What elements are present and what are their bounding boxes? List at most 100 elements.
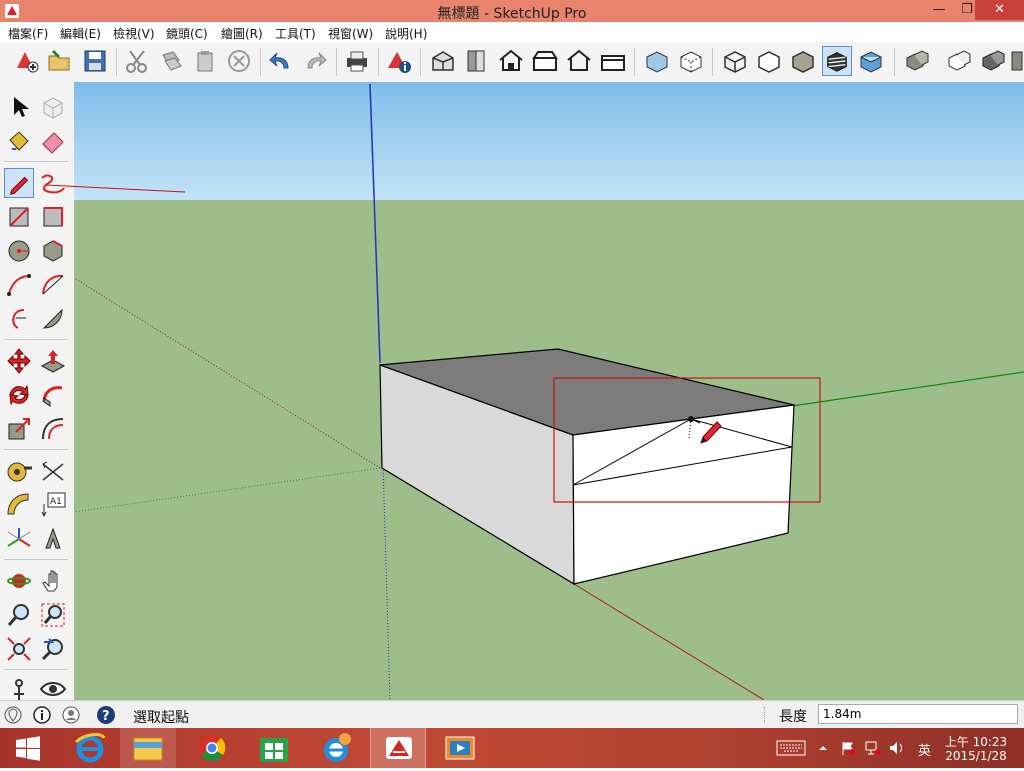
new-file-icon[interactable] bbox=[12, 46, 42, 76]
windows-store-icon[interactable] bbox=[246, 728, 302, 768]
back-view-icon[interactable] bbox=[564, 46, 594, 76]
rotate-tool-icon[interactable] bbox=[4, 380, 34, 410]
two-point-arc-tool-icon[interactable] bbox=[38, 270, 68, 300]
ie-metro-icon[interactable] bbox=[308, 728, 364, 768]
clock-date[interactable]: 2015/1/28 bbox=[944, 749, 1008, 763]
endpoint-marker bbox=[688, 416, 694, 422]
shaded-style-icon[interactable] bbox=[788, 46, 818, 76]
outliner-icon[interactable] bbox=[978, 46, 1008, 76]
keyboard-icon[interactable] bbox=[776, 740, 806, 756]
scale-tool-icon[interactable] bbox=[4, 414, 34, 444]
circle-tool-icon[interactable] bbox=[4, 236, 34, 266]
front-view-icon[interactable] bbox=[496, 46, 526, 76]
undo-icon[interactable] bbox=[266, 46, 296, 76]
title-bar: 無標題 - SketchUp Pro — ❐ ✕ bbox=[0, 0, 1024, 22]
zoom-tool-icon[interactable] bbox=[4, 600, 34, 630]
action-center-flag-icon[interactable] bbox=[840, 740, 856, 756]
help-icon[interactable]: ? bbox=[96, 705, 116, 725]
sky bbox=[74, 82, 1024, 200]
top-view-icon[interactable] bbox=[462, 46, 492, 76]
rectangle-tool-icon[interactable] bbox=[4, 202, 34, 232]
clock-time[interactable]: 上午 10:23 bbox=[944, 733, 1008, 750]
tape-measure-tool-icon[interactable] bbox=[4, 456, 34, 486]
component-icon[interactable] bbox=[902, 46, 932, 76]
zoom-window-tool-icon[interactable] bbox=[38, 600, 68, 630]
model-canvas[interactable] bbox=[74, 82, 1024, 700]
text-tool-icon[interactable]: A1 bbox=[38, 490, 68, 520]
select-tool-icon[interactable] bbox=[4, 92, 34, 122]
left-view-icon[interactable] bbox=[598, 46, 628, 76]
iso-view-icon[interactable] bbox=[428, 46, 458, 76]
status-bar: ? 選取起點 長度 bbox=[0, 700, 1024, 729]
pie-tool-icon[interactable] bbox=[38, 304, 68, 334]
wireframe-style-icon[interactable] bbox=[720, 46, 750, 76]
credits-info-icon[interactable] bbox=[32, 705, 52, 725]
paint-bucket-tool-icon[interactable] bbox=[4, 126, 34, 156]
3d-text-tool-icon[interactable] bbox=[38, 524, 68, 554]
dimension-tool-icon[interactable] bbox=[38, 456, 68, 486]
monochrome-style-icon[interactable] bbox=[856, 46, 886, 76]
pan-tool-icon[interactable] bbox=[38, 566, 68, 596]
eraser-tool-icon[interactable] bbox=[38, 126, 68, 156]
arc-tool-icon[interactable] bbox=[4, 270, 34, 300]
polygon-tool-icon[interactable] bbox=[38, 236, 68, 266]
menu-edit[interactable]: 編輯(E) bbox=[60, 25, 101, 42]
menu-help[interactable]: 說明(H) bbox=[385, 25, 427, 42]
make-component-tool-icon[interactable] bbox=[38, 92, 68, 122]
orbit-tool-icon[interactable] bbox=[4, 566, 34, 596]
menu-file[interactable]: 檔案(F) bbox=[8, 25, 48, 42]
measurements-input[interactable] bbox=[818, 704, 1018, 724]
user-account-icon[interactable] bbox=[61, 705, 81, 725]
toolbar-overflow-icon[interactable] bbox=[1010, 46, 1024, 76]
menu-draw[interactable]: 繪圖(R) bbox=[221, 25, 263, 42]
file-explorer-icon[interactable] bbox=[120, 728, 176, 768]
save-icon[interactable] bbox=[80, 46, 110, 76]
group-icon[interactable] bbox=[944, 46, 974, 76]
network-icon[interactable] bbox=[864, 740, 882, 756]
rotated-rectangle-tool-icon[interactable] bbox=[38, 202, 68, 232]
redo-icon[interactable] bbox=[300, 46, 330, 76]
erase-icon[interactable] bbox=[224, 46, 254, 76]
move-tool-icon[interactable] bbox=[4, 346, 34, 376]
cut-icon[interactable] bbox=[122, 46, 152, 76]
open-folder-icon[interactable] bbox=[45, 46, 75, 76]
tray-expand-icon[interactable] bbox=[818, 743, 828, 753]
menu-bar: 檔案(F) 編輯(E) 檢視(V) 鏡頭(C) 繪圖(R) 工具(T) 視窗(W… bbox=[0, 22, 1024, 42]
3d-viewport[interactable] bbox=[74, 82, 1024, 700]
minimize-button[interactable]: — bbox=[925, 0, 953, 20]
close-button[interactable]: ✕ bbox=[975, 0, 1024, 20]
back-edges-style-icon[interactable] bbox=[676, 46, 706, 76]
start-button-icon[interactable] bbox=[0, 728, 56, 768]
shaded-textures-style-icon[interactable] bbox=[822, 46, 852, 76]
copy-icon[interactable] bbox=[156, 46, 186, 76]
offset-tool-icon[interactable] bbox=[38, 414, 68, 444]
menu-camera[interactable]: 鏡頭(C) bbox=[166, 25, 208, 42]
media-player-icon[interactable] bbox=[432, 728, 488, 768]
menu-view[interactable]: 檢視(V) bbox=[113, 25, 155, 42]
axes-tool-icon[interactable] bbox=[4, 524, 34, 554]
svg-text:?: ? bbox=[102, 709, 110, 724]
internet-explorer-icon[interactable] bbox=[62, 728, 118, 768]
previous-view-tool-icon[interactable] bbox=[38, 634, 68, 664]
volume-icon[interactable] bbox=[888, 740, 906, 756]
measurements-label: 長度 bbox=[779, 709, 807, 725]
push-pull-tool-icon[interactable] bbox=[38, 346, 68, 376]
model-info-icon[interactable] bbox=[384, 46, 414, 76]
ime-indicator[interactable]: 英 bbox=[918, 740, 931, 759]
menu-tools[interactable]: 工具(T) bbox=[275, 25, 316, 42]
protractor-tool-icon[interactable] bbox=[4, 490, 34, 520]
follow-me-tool-icon[interactable] bbox=[38, 380, 68, 410]
xray-style-icon[interactable] bbox=[642, 46, 672, 76]
geo-location-icon[interactable] bbox=[3, 705, 23, 725]
line-tool-icon[interactable] bbox=[4, 168, 34, 198]
three-point-arc-tool-icon[interactable] bbox=[4, 304, 34, 334]
paste-icon[interactable] bbox=[190, 46, 220, 76]
hidden-line-style-icon[interactable] bbox=[754, 46, 784, 76]
menu-window[interactable]: 視窗(W) bbox=[328, 25, 373, 42]
zoom-extents-tool-icon[interactable] bbox=[4, 634, 34, 664]
sketchup-taskbar-item[interactable] bbox=[370, 728, 426, 768]
chrome-icon[interactable] bbox=[184, 728, 240, 768]
annotation-line bbox=[45, 184, 186, 193]
right-view-icon[interactable] bbox=[530, 46, 560, 76]
print-icon[interactable] bbox=[342, 46, 372, 76]
